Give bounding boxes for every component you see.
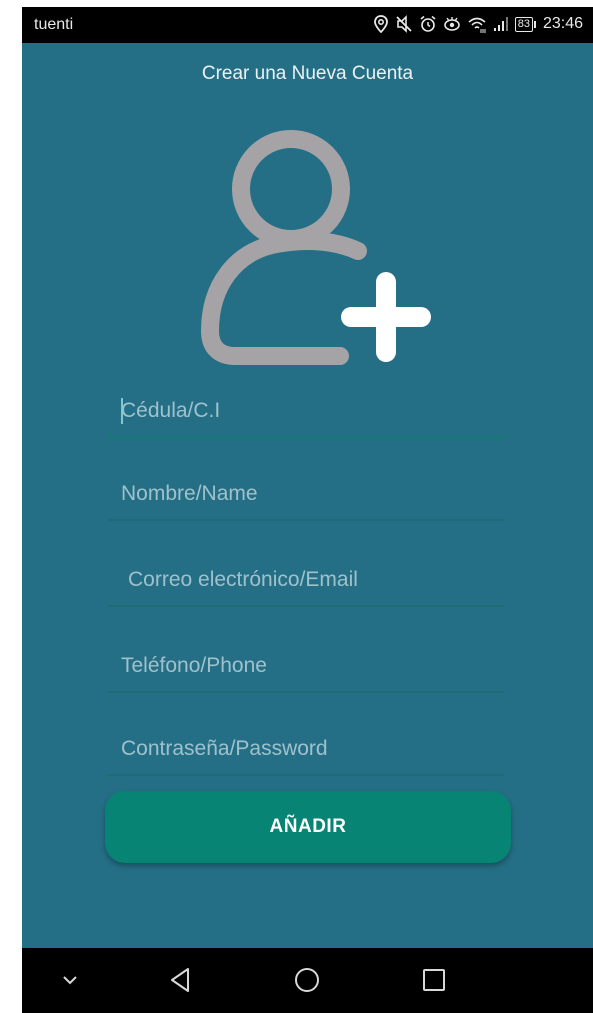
create-account-screen: Crear una Nueva Cuenta A xyxy=(22,43,593,948)
password-input[interactable] xyxy=(108,726,504,772)
name-underline xyxy=(108,519,504,521)
cedula-underline xyxy=(108,436,504,438)
location-icon xyxy=(373,15,388,33)
eye-icon xyxy=(443,17,460,31)
wifi-icon xyxy=(468,17,486,33)
phone-underline xyxy=(108,691,504,693)
mute-icon xyxy=(396,15,412,33)
chevron-down-icon[interactable] xyxy=(48,962,92,998)
text-cursor xyxy=(121,398,123,424)
status-icons: 83 23:46 xyxy=(373,15,583,33)
password-underline xyxy=(108,774,504,776)
back-icon[interactable] xyxy=(158,962,202,998)
name-input[interactable] xyxy=(108,471,504,517)
signal-icon xyxy=(493,17,508,31)
carrier-name: tuenti xyxy=(34,16,74,33)
alarm-icon xyxy=(420,15,436,32)
navigation-bar xyxy=(22,948,593,1013)
email-field[interactable] xyxy=(108,557,504,607)
phone-input[interactable] xyxy=(108,643,504,689)
phone-field[interactable] xyxy=(108,643,504,693)
status-bar: tuenti 83 23:46 xyxy=(22,7,593,43)
home-icon[interactable] xyxy=(285,962,329,998)
cedula-field[interactable] xyxy=(108,388,504,438)
name-field[interactable] xyxy=(108,471,504,521)
add-button[interactable]: AÑADIR xyxy=(105,791,511,863)
page-title: Crear una Nueva Cuenta xyxy=(201,63,414,84)
status-time: 23:46 xyxy=(542,15,583,32)
cedula-input[interactable] xyxy=(108,388,504,434)
recents-icon[interactable] xyxy=(412,962,456,998)
phone-screen: tuenti 83 23:46 Crear una Nueva Cuenta C… xyxy=(22,7,593,1013)
email-underline xyxy=(108,605,504,607)
add-user-icon xyxy=(201,130,431,365)
password-field[interactable] xyxy=(108,726,504,776)
battery-icon: 83 xyxy=(514,16,537,32)
email-input[interactable] xyxy=(108,557,504,603)
